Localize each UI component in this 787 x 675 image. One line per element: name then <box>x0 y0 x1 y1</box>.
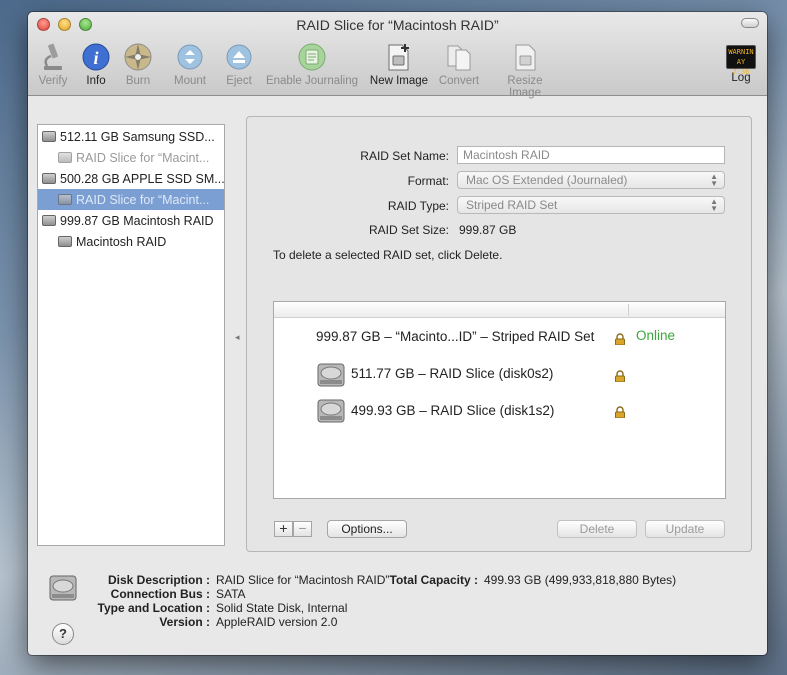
volume-icon <box>58 152 72 163</box>
raid-status: Online <box>636 328 676 343</box>
toolbar-label: Verify <box>38 75 68 87</box>
sidebar-item-label: Macintosh RAID <box>76 234 167 249</box>
sidebar-item-apple-ssd[interactable]: 500.28 GB APPLE SSD SM... <box>38 168 224 189</box>
disk-icon <box>42 131 56 142</box>
toolbar-new-image[interactable]: New Image <box>368 42 430 87</box>
toolbar-toggle-button[interactable] <box>741 18 759 28</box>
disk-list[interactable]: 512.11 GB Samsung SSD... RAID Slice for … <box>37 124 225 546</box>
split-view-handle[interactable]: ◂ <box>235 332 240 343</box>
resize-image-icon <box>509 42 541 72</box>
disk-description-value: RAID Slice for “Macintosh RAID” <box>216 573 390 587</box>
help-button[interactable]: ? <box>52 623 74 645</box>
raid-panel: RAID Set Name: Macintosh RAID Format: Ma… <box>246 116 752 552</box>
total-capacity-value: 499.93 GB (499,933,818,880 Bytes) <box>484 573 677 587</box>
raid-set-row[interactable]: 999.87 GB – “Macinto...ID” – Striped RAI… <box>316 329 594 344</box>
raid-name-field[interactable]: Macintosh RAID <box>457 146 725 164</box>
toolbar-burn[interactable]: Burn <box>121 42 155 87</box>
format-popup[interactable]: Mac OS Extended (Journaled) ▲ ▼ <box>457 171 725 189</box>
burn-icon <box>122 42 154 72</box>
volume-icon <box>58 236 72 247</box>
add-member-button[interactable]: + <box>274 521 293 537</box>
sidebar-item-macintosh-raid-disk[interactable]: 999.87 GB Macintosh RAID <box>38 210 224 231</box>
disk-icon <box>42 215 56 226</box>
eject-icon <box>223 42 255 72</box>
raid-type-value: Striped RAID Set <box>466 198 558 212</box>
toolbar: RAID Slice for “Macintosh RAID” Verify i… <box>28 12 767 99</box>
toolbar-enable-journaling[interactable]: Enable Journaling <box>265 42 359 87</box>
selected-disk-icon <box>49 575 77 601</box>
raid-size-label: RAID Set Size: <box>368 223 449 237</box>
toolbar-label: New Image <box>369 75 429 87</box>
hard-disk-icon <box>317 399 345 423</box>
total-capacity-label: Total Capacity : <box>389 573 478 587</box>
new-image-icon <box>383 42 415 72</box>
window-title: RAID Slice for “Macintosh RAID” <box>296 17 499 33</box>
sidebar-item-macintosh-raid-volume[interactable]: Macintosh RAID <box>38 231 224 252</box>
version-label: Version : <box>159 615 210 629</box>
sidebar-item-samsung-ssd[interactable]: 512.11 GB Samsung SSD... <box>38 126 224 147</box>
sidebar-item-raid-slice-1[interactable]: RAID Slice for “Macint... <box>38 147 224 168</box>
convert-icon <box>443 42 475 72</box>
raid-name-label: RAID Set Name: <box>360 149 449 163</box>
volume-icon <box>58 194 72 205</box>
popup-arrows-icon: ▲ ▼ <box>710 197 718 213</box>
disk-icon <box>42 173 56 184</box>
sidebar-item-label: 999.87 GB Macintosh RAID <box>60 213 214 228</box>
lock-icon <box>615 370 625 382</box>
info-icon: i <box>80 42 112 72</box>
sidebar-item-label: 512.11 GB Samsung SSD... <box>60 129 215 144</box>
disk-description-label: Disk Description : <box>107 573 210 587</box>
sidebar-item-label: 500.28 GB APPLE SSD SM... <box>60 171 224 186</box>
delete-button[interactable]: Delete <box>557 520 637 538</box>
toolbar-resize-image[interactable]: Resize Image <box>490 42 560 99</box>
log-screen-line: WARNIN <box>728 48 754 56</box>
toolbar-label: Log <box>731 72 751 84</box>
remove-member-button[interactable]: − <box>293 521 312 537</box>
toolbar-log[interactable]: WARNIN AY 7:36 Log <box>725 45 757 84</box>
disk-utility-window: RAID Slice for “Macintosh RAID” Verify i… <box>28 12 767 655</box>
lock-icon <box>615 333 625 345</box>
toolbar-eject[interactable]: Eject <box>223 42 255 87</box>
log-icon: WARNIN AY 7:36 <box>726 45 756 76</box>
format-value: Mac OS Extended (Journaled) <box>466 173 628 187</box>
raid-member-row[interactable]: 511.77 GB – RAID Slice (disk0s2) <box>351 366 553 381</box>
raid-type-label: RAID Type: <box>387 199 449 213</box>
toolbar-label: Info <box>86 75 106 87</box>
options-button[interactable]: Options... <box>327 520 407 538</box>
toolbar-mount[interactable]: Mount <box>170 42 210 87</box>
hard-disk-icon <box>317 363 345 387</box>
toolbar-verify[interactable]: Verify <box>36 42 70 87</box>
toolbar-label: Mount <box>174 75 206 87</box>
type-location-label: Type and Location : <box>97 601 210 615</box>
sidebar-item-label: RAID Slice for “Macint... <box>76 192 210 207</box>
svg-text:i: i <box>93 48 98 68</box>
raid-type-popup[interactable]: Striped RAID Set ▲ ▼ <box>457 196 725 214</box>
raid-size-value: 999.87 GB <box>459 223 517 237</box>
update-button[interactable]: Update <box>645 520 725 538</box>
type-location-value: Solid State Disk, Internal <box>216 601 348 615</box>
toolbar-label: Enable Journaling <box>265 75 359 87</box>
connection-bus-value: SATA <box>216 587 246 601</box>
mount-icon <box>174 42 206 72</box>
toolbar-label: Resize Image <box>507 75 543 99</box>
toolbar-label: Eject <box>226 75 252 87</box>
toolbar-convert[interactable]: Convert <box>437 42 481 87</box>
popup-arrows-icon: ▲ ▼ <box>710 172 718 188</box>
microscope-icon <box>37 42 69 72</box>
lock-icon <box>615 406 625 418</box>
toolbar-info[interactable]: i Info <box>80 42 112 87</box>
connection-bus-label: Connection Bus : <box>110 587 210 601</box>
journal-icon <box>296 42 328 72</box>
sidebar-item-label: RAID Slice for “Macint... <box>76 150 210 165</box>
table-header <box>274 302 725 318</box>
raid-members-table[interactable]: 999.87 GB – “Macinto...ID” – Striped RAI… <box>273 301 726 499</box>
format-label: Format: <box>407 174 449 188</box>
toolbar-label: Burn <box>125 75 151 87</box>
sidebar-item-raid-slice-2[interactable]: RAID Slice for “Macint... <box>38 189 224 210</box>
version-value: AppleRAID version 2.0 <box>216 615 338 629</box>
raid-member-row[interactable]: 499.93 GB – RAID Slice (disk1s2) <box>351 403 554 418</box>
toolbar-label: Convert <box>438 75 480 87</box>
delete-hint: To delete a selected RAID set, click Del… <box>273 248 503 262</box>
